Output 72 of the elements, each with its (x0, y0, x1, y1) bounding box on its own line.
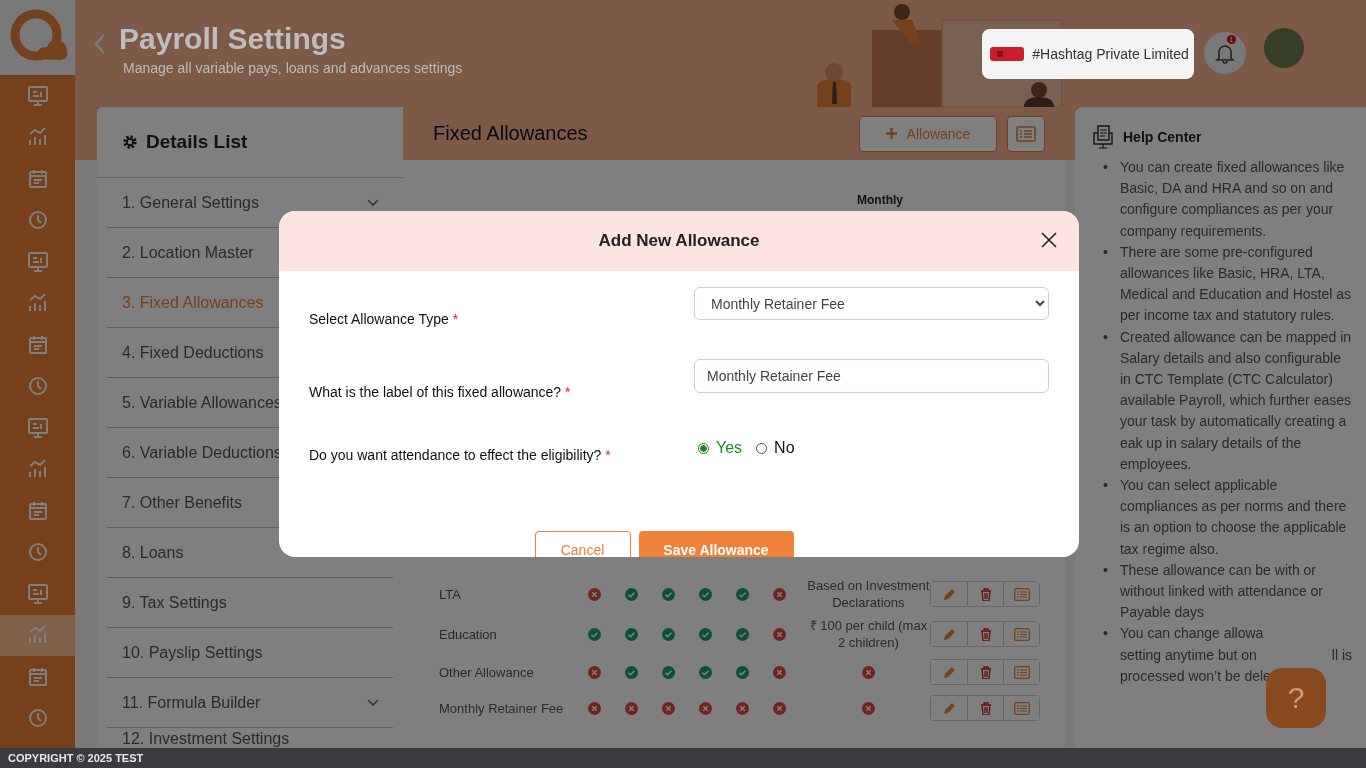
pencil-icon (942, 627, 956, 641)
details-button[interactable] (1003, 660, 1039, 684)
company-logo-icon (990, 47, 1025, 61)
sidebar-item[interactable] (0, 614, 75, 656)
save-allowance-button[interactable]: Save Allowance (638, 531, 794, 557)
bullet: • (1103, 242, 1108, 262)
allowance-name: Education (439, 626, 498, 642)
trash-icon (979, 665, 992, 679)
details-list-item[interactable]: 11. Formula Builder (107, 678, 393, 728)
dialog-title: Add New Allowance (598, 231, 760, 251)
bullet: • (1103, 327, 1108, 347)
details-button[interactable] (1003, 696, 1039, 720)
column-header: Monthly (856, 193, 904, 207)
radio-option[interactable]: Yes (698, 439, 743, 457)
copyright-text: COPYRIGHT © 2025 TEST (0, 748, 1366, 768)
help-tip: These allowance can be with or without linked with attendance or Payable days (1119, 560, 1325, 623)
list-icon (1013, 665, 1030, 679)
list-view-button[interactable] (1007, 115, 1045, 152)
help-tip-fragment: setting anytime but on (1119, 645, 1257, 665)
plus-icon (885, 128, 897, 139)
allowance-name: Other Allowance (439, 664, 535, 680)
trash-icon (979, 701, 992, 715)
help-tip: You can create fixed allowances like Basic, DA and HRA and so on and configure compliances as per your company requirements. (1119, 158, 1346, 241)
pencil-icon (942, 587, 956, 601)
monthly-limit-text: ₹ 100 per child (max 2 children) (808, 617, 929, 651)
help-tip: Created allowance can be mapped in Salary details and also configurable in CTC Template (CTC Calculator) available Payroll, which further eases your task by automatically creating a eak up in salary details of the employees. (1119, 327, 1352, 474)
back-chevron-icon[interactable] (93, 33, 107, 55)
avatar[interactable] (1263, 28, 1304, 68)
help-tip: There are some pre-configured allowances like Basic, HRA, LTA, Medical and Education and Hostel as per income tax and statutory rules. (1119, 242, 1352, 326)
pencil-icon (942, 701, 956, 715)
details-list-title: Details List (146, 131, 248, 153)
details-button[interactable] (1003, 622, 1039, 646)
close-icon (1041, 232, 1057, 248)
computer-document-icon (1093, 125, 1115, 149)
pencil-icon (942, 665, 956, 679)
bullet: • (1103, 158, 1108, 177)
bullet: • (1103, 476, 1108, 496)
help-tip-fragment: ll is (1331, 645, 1352, 665)
monthly-limit-text: Based on Investment Declarations (806, 577, 930, 611)
help-tip: You can select applicable compliances as per norms and there is an option to choose the applicable tax regime also. (1119, 476, 1348, 559)
list-icon (1016, 125, 1036, 142)
allowance-name: Monthly Retainer Fee (439, 700, 565, 716)
cross-circle-icon (861, 701, 875, 715)
allowance-name: LTA (439, 586, 462, 602)
allowance-label-input[interactable]: Monthly Retainer Fee (694, 359, 1049, 393)
bullet: • (1103, 560, 1108, 580)
trash-icon (979, 587, 992, 601)
list-icon (1013, 627, 1030, 641)
trash-icon (979, 627, 992, 641)
details-list-item[interactable]: 10. Payslip Settings (107, 628, 393, 678)
company-selector[interactable]: #Hashtag Private Limited (982, 29, 1194, 79)
cross-circle-icon (861, 665, 875, 679)
list-icon (1013, 587, 1030, 601)
details-button[interactable] (1003, 582, 1039, 606)
help-center-title: Help Center (1123, 129, 1202, 145)
radio-option[interactable]: No (756, 439, 795, 457)
details-list-item[interactable]: 12. Investment Settings (107, 728, 393, 748)
allowance-type-select[interactable]: Monthly Retainer Fee (694, 287, 1049, 320)
help-tip-fragment: You can change allowa (1119, 624, 1264, 644)
page-title: Payroll Settings (119, 22, 347, 56)
list-icon (1013, 701, 1030, 715)
dashboard-icon (25, 83, 50, 108)
cancel-button[interactable]: Cancel (534, 531, 631, 557)
page-subtitle: Manage all variable pays, loans and advances settings (123, 60, 463, 76)
bullet: • (1103, 624, 1108, 644)
add-allowance-button[interactable]: Allowance (859, 115, 997, 152)
section-title: Fixed Allowances (433, 122, 589, 145)
settings-icon (122, 134, 138, 150)
details-list-item[interactable]: 9. Tax Settings (107, 578, 393, 628)
bell-icon (1214, 42, 1235, 64)
close-button[interactable] (1041, 232, 1059, 250)
company-name: #Hashtag Private Limited (1032, 46, 1189, 62)
